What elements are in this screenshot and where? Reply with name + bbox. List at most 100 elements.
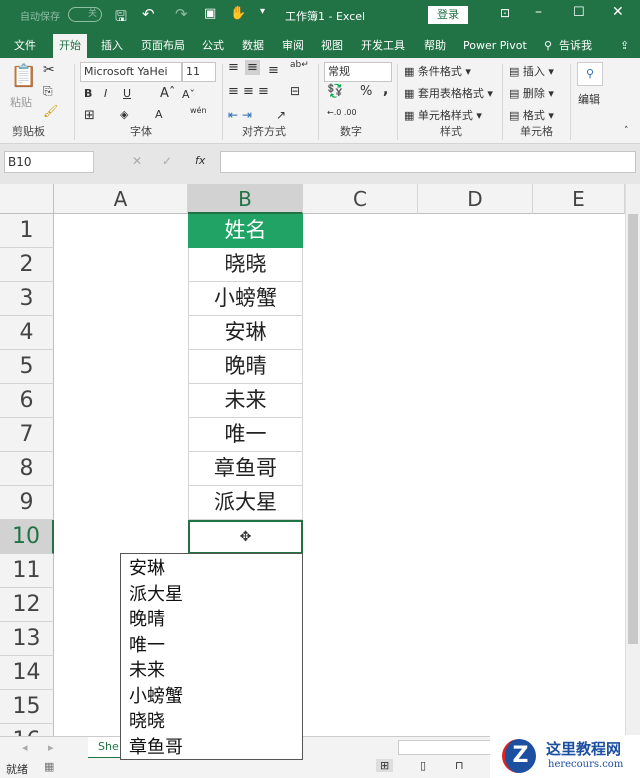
- conditional-format-button[interactable]: ▦ 条件格式 ▾: [404, 63, 471, 79]
- horizontal-scrollbar[interactable]: [398, 740, 498, 755]
- dropdown-option[interactable]: 未来: [121, 658, 302, 684]
- tell-me[interactable]: 告诉我: [553, 34, 598, 58]
- name-box[interactable]: B10: [4, 151, 94, 173]
- collapse-ribbon-icon[interactable]: ˄: [624, 126, 629, 136]
- tab-view[interactable]: 视图: [315, 34, 349, 58]
- increase-font-icon[interactable]: Aˆ: [160, 86, 175, 101]
- tab-formulas[interactable]: 公式: [196, 34, 230, 58]
- tab-file[interactable]: 文件: [8, 34, 42, 58]
- decrease-font-icon[interactable]: Aˇ: [182, 88, 195, 101]
- currency-icon[interactable]: 💱: [327, 84, 343, 99]
- insert-cells-button[interactable]: ▤ 插入 ▾: [509, 63, 554, 79]
- login-button[interactable]: 登录: [428, 6, 468, 24]
- sheet-next-icon[interactable]: ▸: [48, 741, 54, 754]
- cell-b5[interactable]: 晚晴: [188, 350, 303, 384]
- save-icon[interactable]: 🖫: [115, 6, 127, 30]
- cell-b9[interactable]: 派大星: [188, 486, 303, 520]
- row-header-15[interactable]: 15: [0, 690, 54, 724]
- orientation-icon[interactable]: ↗: [276, 108, 286, 122]
- ribbon-display-icon[interactable]: ⊡: [500, 6, 510, 20]
- touch-mode-icon[interactable]: ✋: [230, 6, 246, 21]
- tab-home[interactable]: 开始: [53, 34, 87, 58]
- copy-icon[interactable]: ⎘: [43, 84, 53, 99]
- cancel-icon[interactable]: ✕: [132, 154, 142, 168]
- tab-page-layout[interactable]: 页面布局: [135, 34, 191, 58]
- row-header-9[interactable]: 9: [0, 486, 54, 520]
- formula-input[interactable]: [220, 151, 636, 173]
- font-size-select[interactable]: 11: [182, 62, 216, 82]
- row-header-5[interactable]: 5: [0, 350, 54, 384]
- row-header-6[interactable]: 6: [0, 384, 54, 418]
- dropdown-option[interactable]: 晚晴: [121, 607, 302, 633]
- format-painter-icon[interactable]: 🖌: [43, 104, 58, 118]
- select-all-button[interactable]: [0, 184, 54, 214]
- paste-icon[interactable]: 📋: [10, 64, 37, 89]
- decimal-icons[interactable]: ←.0 .00: [327, 108, 357, 117]
- autosave-toggle[interactable]: 关: [68, 7, 102, 22]
- merge-icon[interactable]: ⊟: [290, 84, 300, 98]
- align-top-icon[interactable]: ≡: [228, 60, 239, 75]
- cell-b7[interactable]: 唯一: [188, 418, 303, 452]
- tab-review[interactable]: 审阅: [276, 34, 310, 58]
- active-cell-b10[interactable]: ✥: [188, 520, 303, 554]
- row-header-1[interactable]: 1: [0, 214, 54, 248]
- tab-insert[interactable]: 插入: [95, 34, 129, 58]
- row-header-8[interactable]: 8: [0, 452, 54, 486]
- row-header-4[interactable]: 4: [0, 316, 54, 350]
- enter-icon[interactable]: ✓: [162, 154, 172, 168]
- editing-button[interactable]: 编辑: [578, 91, 600, 107]
- close-button[interactable]: ✕: [612, 4, 624, 20]
- column-header-a[interactable]: A: [54, 184, 188, 214]
- cell-b6[interactable]: 未来: [188, 384, 303, 418]
- form-icon[interactable]: ▣: [204, 6, 216, 21]
- underline-button[interactable]: U: [123, 87, 131, 100]
- tab-developer[interactable]: 开发工具: [355, 34, 411, 58]
- cell-b2[interactable]: 晓晓: [188, 248, 303, 282]
- dropdown-option[interactable]: 小螃蟹: [121, 684, 302, 710]
- wrap-text-icon[interactable]: ab↵: [290, 60, 309, 70]
- macro-record-icon[interactable]: ▦: [44, 760, 54, 773]
- row-header-3[interactable]: 3: [0, 282, 54, 316]
- cell-styles-button[interactable]: ▦ 单元格样式 ▾: [404, 107, 482, 123]
- column-header-c[interactable]: C: [303, 184, 418, 214]
- indent-icon[interactable]: ⇤ ⇥: [228, 108, 252, 122]
- dropdown-option[interactable]: 章鱼哥: [121, 735, 302, 761]
- insert-function-button[interactable]: fx: [195, 154, 205, 167]
- align-left-icon[interactable]: ≡ ≡ ≡: [228, 84, 269, 99]
- vertical-scrollbar[interactable]: [625, 184, 640, 736]
- comma-button[interactable]: ,: [383, 82, 388, 98]
- cell-b8[interactable]: 章鱼哥: [188, 452, 303, 486]
- italic-button[interactable]: I: [104, 87, 107, 100]
- undo-icon[interactable]: ↶: [142, 5, 155, 23]
- tab-data[interactable]: 数据: [236, 34, 270, 58]
- row-header-11[interactable]: 11: [0, 554, 54, 588]
- row-header-14[interactable]: 14: [0, 656, 54, 690]
- share-icon[interactable]: ⇪: [614, 34, 635, 58]
- font-name-select[interactable]: Microsoft YaHei: [80, 62, 182, 82]
- border-icon[interactable]: ⊞: [84, 108, 95, 123]
- row-header-13[interactable]: 13: [0, 622, 54, 656]
- align-middle-icon[interactable]: ≡: [245, 60, 260, 75]
- cut-icon[interactable]: ✂: [43, 62, 55, 78]
- normal-view-icon[interactable]: ⊞: [376, 759, 394, 772]
- tab-help[interactable]: 帮助: [418, 34, 452, 58]
- number-format-select[interactable]: 常规: [324, 62, 392, 82]
- font-color-icon[interactable]: A: [155, 108, 163, 121]
- find-icon[interactable]: ⚲: [577, 62, 603, 86]
- phonetic-icon[interactable]: wén: [190, 106, 207, 115]
- column-header-d[interactable]: D: [418, 184, 533, 214]
- page-break-view-icon[interactable]: ⊓: [455, 759, 464, 772]
- format-as-table-button[interactable]: ▦ 套用表格格式 ▾: [404, 85, 493, 101]
- column-header-e[interactable]: E: [533, 184, 625, 214]
- dropdown-option[interactable]: 安琳: [121, 556, 302, 582]
- dropdown-option[interactable]: 唯一: [121, 633, 302, 659]
- cell-b1[interactable]: 姓名: [188, 214, 303, 248]
- maximize-button[interactable]: ☐: [573, 5, 585, 20]
- align-bottom-icon[interactable]: ≡: [268, 63, 279, 78]
- page-layout-view-icon[interactable]: ▯: [420, 759, 426, 772]
- cell-b3[interactable]: 小螃蟹: [188, 282, 303, 316]
- column-header-b[interactable]: B: [188, 184, 303, 214]
- dropdown-option[interactable]: 派大星: [121, 582, 302, 608]
- minimize-button[interactable]: –: [535, 4, 542, 20]
- bold-button[interactable]: B: [84, 87, 92, 100]
